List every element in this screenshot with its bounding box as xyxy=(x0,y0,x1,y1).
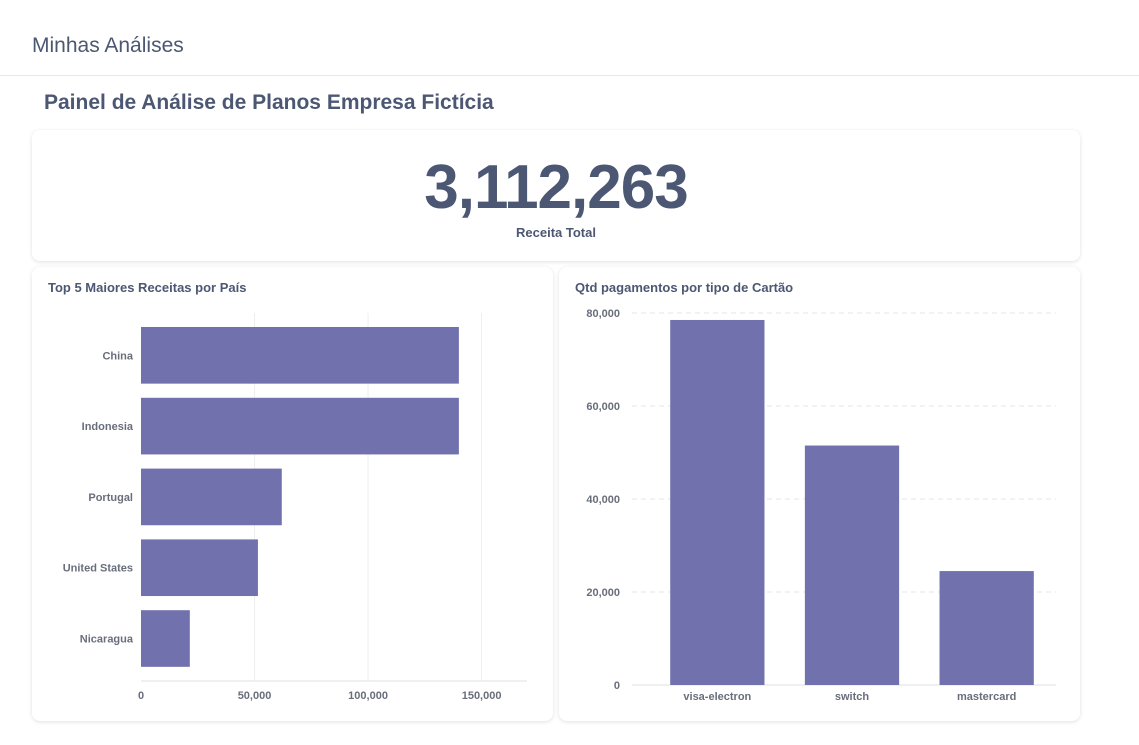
chart-card-card-payments[interactable]: Qtd pagamentos por tipo de Cartão 0 20,00… xyxy=(559,267,1080,721)
y-tick-label: 60,000 xyxy=(586,401,620,413)
bar xyxy=(939,571,1034,685)
x-tick-label: mastercard xyxy=(957,691,1016,703)
y-tick-label: Portugal xyxy=(88,492,133,504)
y-tick-label: 40,000 xyxy=(586,494,620,506)
y-tick-label: Indonesia xyxy=(82,421,134,433)
y-tick-label: 20,000 xyxy=(586,587,620,599)
chart-card-top-countries[interactable]: Top 5 Maiores Receitas por País 0 50,000 1… xyxy=(32,267,553,721)
y-tick-label: United States xyxy=(63,563,133,575)
app-title[interactable]: Minhas Análises xyxy=(32,34,184,58)
bar-chart-card-payments: 0 20,000 40,000 60,000 80,000 visa-electron sw… xyxy=(586,308,1056,703)
top-bar: Minhas Análises xyxy=(0,0,1139,76)
y-tick-label: China xyxy=(102,350,133,362)
kpi-label: Receita Total xyxy=(516,225,596,240)
y-tick-label: 80,000 xyxy=(586,308,620,320)
bar xyxy=(141,468,282,526)
y-tick-label: Nicaragua xyxy=(80,634,134,646)
bar xyxy=(670,319,765,685)
x-tick-label: 150,000 xyxy=(462,690,502,702)
x-tick-label: 0 xyxy=(138,690,144,702)
kpi-card-receita-total[interactable]: 3,112,263 Receita Total xyxy=(32,130,1080,261)
bar xyxy=(804,445,900,685)
bar xyxy=(141,610,190,667)
bar xyxy=(141,327,459,384)
bar xyxy=(141,539,258,597)
x-tick-label: switch xyxy=(835,691,870,703)
dashboard-title: Painel de Análise de Planos Empresa Fict… xyxy=(44,91,494,114)
kpi-value: 3,112,263 xyxy=(424,153,688,222)
x-tick-label: visa-electron xyxy=(683,691,751,703)
x-tick-label: 50,000 xyxy=(238,690,272,702)
y-tick-label: 0 xyxy=(614,680,620,692)
bar xyxy=(141,397,459,455)
x-tick-label: 100,000 xyxy=(348,690,388,702)
bar-chart-top-countries: 0 50,000 100,000 150,000 China Indonesia Portu… xyxy=(63,313,527,702)
